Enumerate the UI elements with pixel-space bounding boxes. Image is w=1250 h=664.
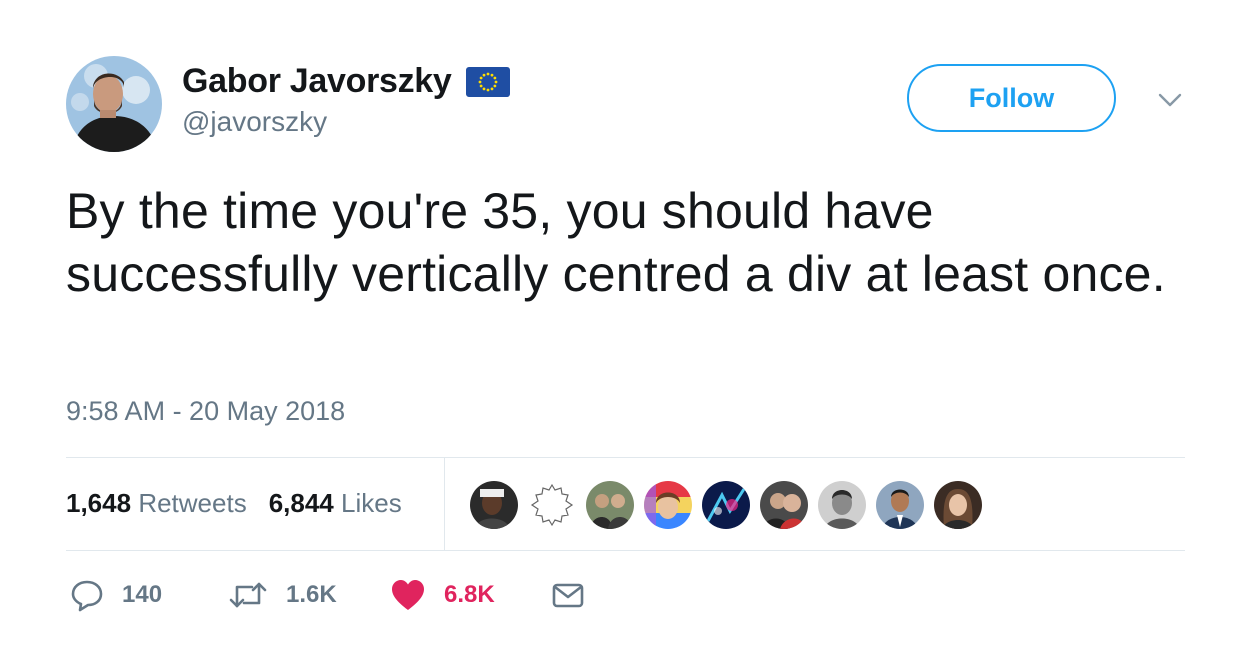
envelope-icon	[552, 583, 584, 608]
tweet-timestamp[interactable]: 9:58 AM - 20 May 2018	[66, 396, 345, 427]
tweet-text: By the time you're 35, you should have s…	[66, 183, 1166, 302]
like-button[interactable]: 6.8K	[390, 578, 495, 612]
liker-avatar[interactable]	[876, 481, 924, 529]
likes-stat[interactable]: 6,844 Likes	[269, 488, 402, 519]
liker-avatar[interactable]	[702, 481, 750, 529]
direct-message-button[interactable]	[552, 578, 584, 612]
retweets-label: Retweets	[138, 488, 247, 518]
retweets-count: 1,648	[66, 488, 132, 518]
likes-count: 6,844	[268, 488, 334, 518]
retweets-stat[interactable]: 1,648 Retweets	[66, 488, 247, 519]
liker-avatar[interactable]	[934, 481, 982, 529]
divider	[66, 550, 1185, 551]
liker-avatar[interactable]	[818, 481, 866, 529]
stats-divider	[444, 457, 445, 550]
liker-avatar[interactable]	[586, 481, 634, 529]
liker-avatar[interactable]	[470, 481, 518, 529]
reply-count: 140	[122, 581, 163, 608]
reply-button[interactable]: 140	[70, 578, 162, 612]
reply-icon	[71, 580, 103, 612]
liker-avatar[interactable]	[528, 481, 576, 529]
author-name[interactable]: Gabor Javorszky	[182, 62, 452, 101]
divider	[66, 457, 1185, 458]
likes-label: Likes	[341, 488, 402, 518]
follow-button[interactable]: Follow	[907, 64, 1116, 132]
tweet-card: Gabor Javorszky @javorszky Follow By the…	[0, 0, 1250, 664]
chevron-down-icon[interactable]	[1156, 88, 1184, 112]
author-avatar[interactable]	[66, 56, 162, 152]
liker-avatar[interactable]	[760, 481, 808, 529]
author-name-row[interactable]: Gabor Javorszky	[182, 62, 510, 101]
liker-avatar[interactable]	[644, 481, 692, 529]
retweet-button[interactable]: 1.6K	[228, 578, 337, 612]
heart-icon	[392, 580, 424, 610]
like-count: 6.8K	[444, 581, 495, 608]
tweet-stats: 1,648 Retweets 6,844 Likes	[66, 488, 424, 519]
liker-avatars	[470, 481, 992, 529]
retweet-count: 1.6K	[286, 581, 337, 608]
author-handle[interactable]: @javorszky	[182, 106, 327, 138]
retweet-icon	[229, 582, 267, 608]
eu-flag-icon	[465, 66, 510, 97]
